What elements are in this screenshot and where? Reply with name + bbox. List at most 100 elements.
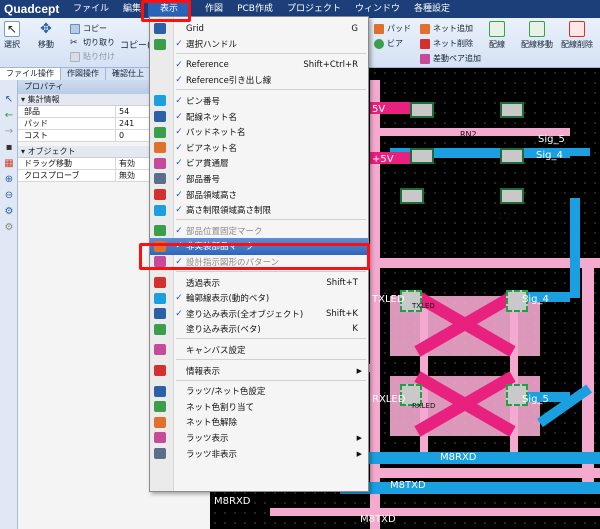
menu-item-view-11[interactable]: part-number-icon ✓部品番号: [150, 170, 368, 187]
menu-item-label: パッドネット名: [186, 128, 246, 139]
via-button[interactable]: ビア: [374, 38, 403, 49]
paste-button[interactable]: 貼り付け: [70, 51, 115, 62]
menu-item-view-26[interactable]: info-icon 情報表示 ▶: [150, 362, 368, 379]
zoom-out-icon[interactable]: ⊖: [3, 190, 15, 202]
pin-number-icon: pin-number-icon: [154, 95, 166, 107]
net-delete-icon: [420, 38, 430, 49]
menu-item-shortcut: Shift+K: [325, 308, 358, 319]
forward-arrow-icon[interactable]: →: [3, 126, 15, 138]
menu-item-view-20[interactable]: outline-icon ✓輪郭線表示(動的ベタ): [150, 290, 368, 307]
cut-button[interactable]: ✂ 切り取り: [70, 37, 115, 48]
menu-item-view-13[interactable]: height-limit-icon ✓高さ制限領域高さ制限: [150, 202, 368, 219]
menu-item-view-30[interactable]: net-color-clear-icon ネット色解除: [150, 414, 368, 431]
via-net-icon: via-net-icon: [154, 142, 166, 154]
menu-item-view-4[interactable]: ✓ Reference引き出し線: [150, 72, 368, 89]
menu-item-label: ラッツ/ネット色設定: [186, 387, 266, 398]
menu-item-view-32[interactable]: rats-hide-icon ラッツ非表示 ▶: [150, 445, 368, 462]
menu-item-view-10[interactable]: via-layer-icon ✓ビア貫通層: [150, 155, 368, 172]
view-menu-dropdown: grid-iconGridGhandle-icon✓選択ハンドル✓Referen…: [149, 16, 369, 492]
menu-item-label: 塗り込み表示(ベタ): [186, 325, 261, 336]
net-label: M8TXD: [360, 514, 396, 525]
menu-item-label: 輪郭線表示(動的ベタ): [186, 294, 270, 305]
net-label: TXLED: [412, 302, 435, 310]
save-icon[interactable]: ▪: [3, 142, 15, 154]
unmounted-mark-icon: unmounted-mark-icon: [154, 240, 166, 252]
move-icon: ✥: [40, 21, 52, 37]
cursor-icon[interactable]: ↖: [3, 94, 15, 106]
copy-icon: [70, 23, 80, 34]
tab-draw-ops[interactable]: 作図操作: [61, 68, 106, 80]
menu-separator: [176, 379, 366, 381]
menu-item-view-19[interactable]: transparent-icon 透過表示 Shift+T: [150, 274, 368, 291]
pad-icon: [374, 23, 384, 34]
route-net-icon: route-net-icon: [154, 111, 166, 122]
menu-item-view-0[interactable]: grid-icon Grid G: [150, 20, 368, 37]
copy-special-button[interactable]: コピー(: [120, 38, 151, 51]
grid-toggle-icon[interactable]: ▦: [3, 158, 15, 170]
menu-item-label: 選択ハンドル: [186, 40, 238, 51]
pad-net-icon: pad-net-icon: [154, 126, 166, 138]
menu-separator: [176, 359, 366, 360]
diff-pair-add-button[interactable]: 差動ペア追加: [420, 53, 481, 64]
menu-item-view-12[interactable]: part-height-icon ✓部品領域高さ: [150, 186, 368, 203]
paste-icon: [70, 51, 80, 62]
back-arrow-icon[interactable]: ←: [3, 110, 15, 122]
menu-item-view-22[interactable]: fill-beta-icon 塗り込み表示(ベタ) K: [150, 321, 368, 338]
menu-item-label: 非実装部品マーク: [186, 242, 255, 253]
menu-item-label: ネット色解除: [186, 418, 238, 429]
select-button[interactable]: ↖ 選択: [4, 21, 20, 50]
menu-separator: [176, 219, 366, 221]
route-delete-button[interactable]: 配線削除: [561, 21, 593, 50]
menu-item-view-24[interactable]: canvas-icon キャンバス設定: [150, 341, 368, 358]
net-add-button[interactable]: ネット追加: [420, 23, 473, 34]
menu-item-view-29[interactable]: net-color-icon ネット色割り当て: [150, 398, 368, 415]
menu-item-view-15[interactable]: lock-mark-icon ✓部品位置固定マーク: [150, 222, 368, 239]
menu-separator: [176, 53, 366, 55]
copy-button[interactable]: コピー: [70, 23, 107, 34]
submenu-arrow-icon: ▶: [356, 449, 362, 458]
check-icon: ✓: [175, 225, 183, 236]
menu-item-view-28[interactable]: rats-color-icon ラッツ/ネット色設定: [150, 383, 368, 400]
menu-separator: [176, 338, 366, 340]
menu-item-label: ラッツ非表示: [186, 449, 238, 460]
menu-item-view-8[interactable]: pad-net-icon ✓パッドネット名: [150, 124, 368, 141]
route-delete-icon: [569, 21, 585, 37]
tab-file-ops[interactable]: ファイル操作: [0, 68, 61, 80]
submenu-arrow-icon: ▶: [356, 433, 362, 442]
tab-check-finish[interactable]: 確認仕上: [106, 68, 151, 80]
zoom-in-icon[interactable]: ⊕: [3, 174, 15, 186]
route-move-button[interactable]: 配線移動: [521, 21, 553, 50]
check-icon: ✓: [175, 39, 183, 50]
menu-file[interactable]: ファイル: [66, 0, 116, 18]
menu-item-view-7[interactable]: route-net-icon ✓配線ネット名: [150, 108, 368, 125]
check-icon: ✓: [175, 127, 183, 138]
menu-item-label: ネット色割り当て: [186, 402, 255, 413]
net-add-icon: [420, 23, 430, 34]
check-icon: ✓: [175, 293, 183, 304]
menu-item-view-9[interactable]: via-net-icon ✓ビアネット名: [150, 139, 368, 156]
menu-item-view-3[interactable]: ✓ Reference Shift+Ctrl+R: [150, 56, 368, 73]
fill-all-icon: fill-all-icon: [154, 308, 166, 320]
menu-item-label: Grid: [186, 23, 204, 34]
rats-color-icon: rats-color-icon: [154, 385, 166, 397]
menu-item-label: ビア貫通層: [186, 159, 229, 170]
net-delete-button[interactable]: ネット削除: [420, 38, 473, 49]
gear-icon[interactable]: ⚙: [3, 206, 15, 218]
menu-item-view-17[interactable]: pattern-icon ✓設計指示図形のパターン: [150, 253, 368, 270]
menu-edit[interactable]: 編集: [116, 0, 148, 18]
menu-item-label: キャンバス設定: [186, 345, 246, 356]
menu-item-view-31[interactable]: rats-show-icon ラッツ表示 ▶: [150, 429, 368, 446]
handle-icon: handle-icon: [154, 38, 166, 50]
menu-item-view-1[interactable]: handle-icon ✓選択ハンドル: [150, 36, 368, 53]
menu-item-view-21[interactable]: fill-all-icon ✓塗り込み表示(全オブジェクト) Shift+K: [150, 305, 368, 322]
menu-settings[interactable]: 各種設定: [407, 0, 457, 18]
rats-show-icon: rats-show-icon: [154, 432, 166, 444]
pad-button[interactable]: パッド: [374, 23, 411, 34]
settings-icon[interactable]: ⚙: [3, 222, 15, 234]
move-button[interactable]: ✥ 移動: [38, 21, 54, 50]
menu-item-view-16[interactable]: unmounted-mark-icon ✓非実装部品マーク: [150, 237, 368, 255]
via-layer-icon: via-layer-icon: [154, 157, 166, 169]
net-label: TXLED: [372, 294, 405, 305]
route-button[interactable]: 配線: [489, 21, 505, 50]
menu-item-view-6[interactable]: pin-number-icon ✓ピン番号: [150, 92, 368, 109]
